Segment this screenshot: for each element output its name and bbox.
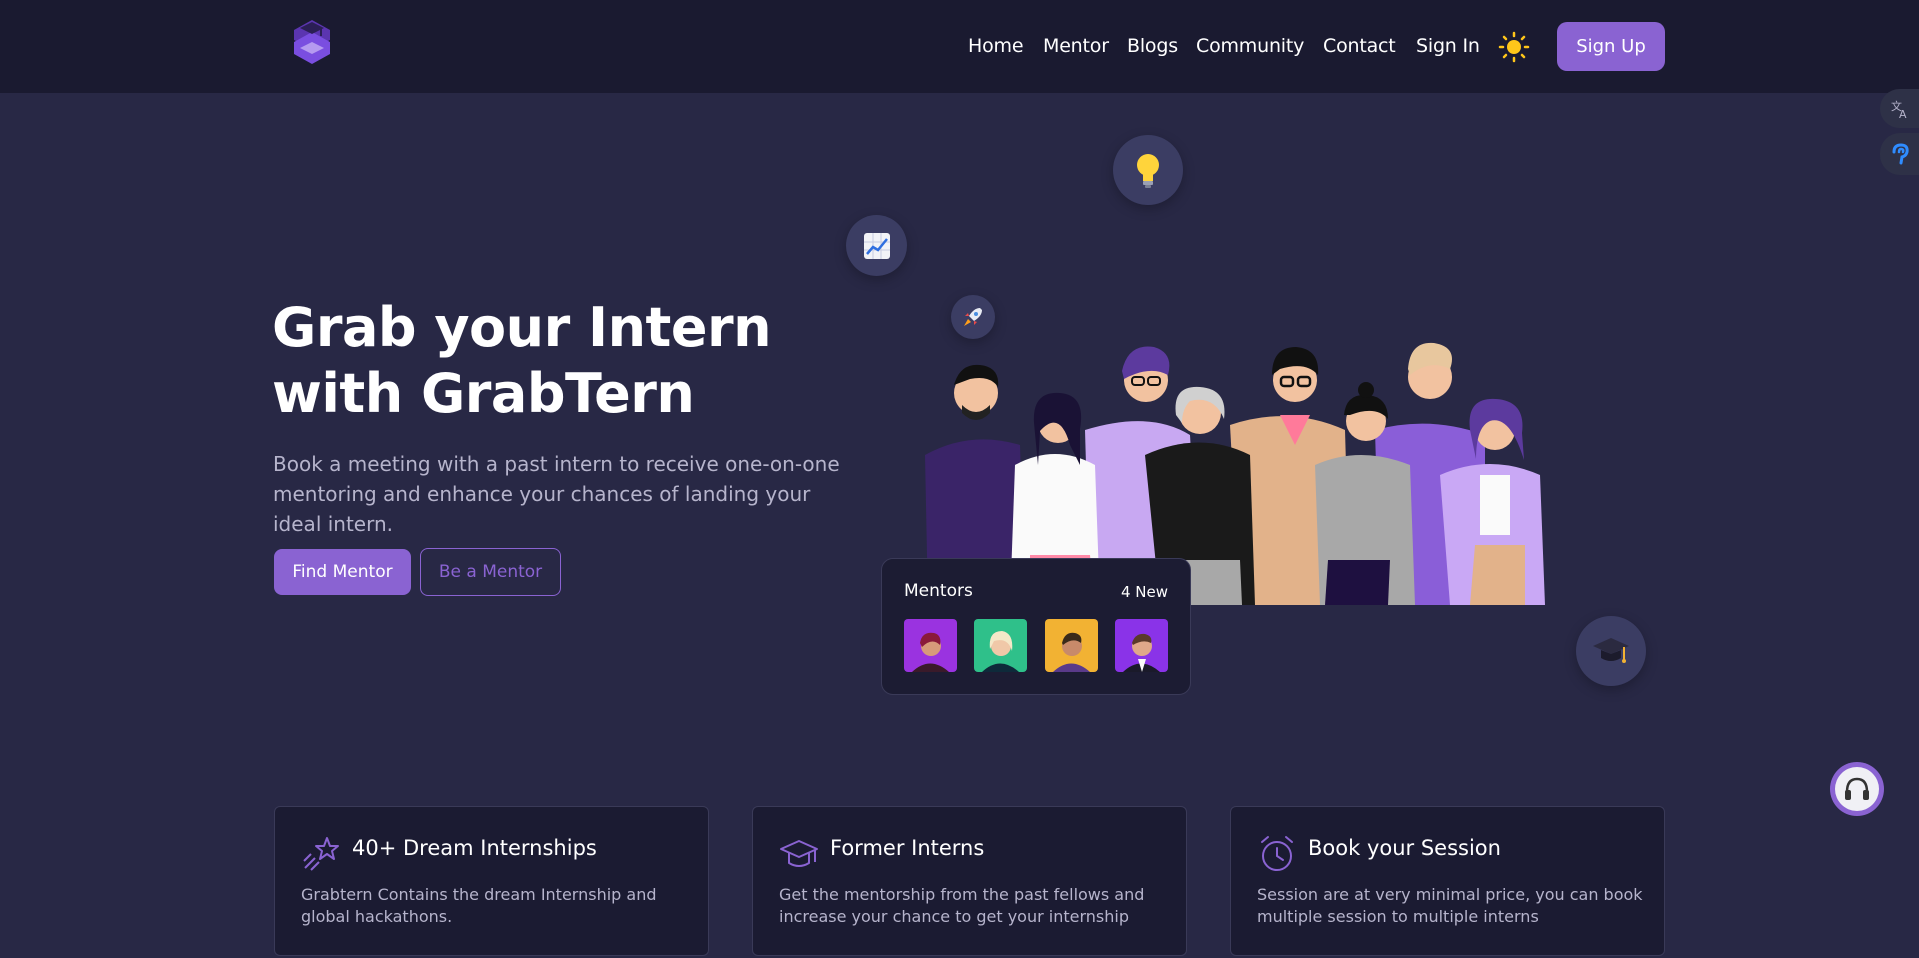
feature-card: Former Interns Get the mentorship from t… [752,806,1187,956]
feature-description: Grabtern Contains the dream Internship a… [301,885,657,926]
chart-increasing-icon [846,215,907,276]
sign-up-button[interactable]: Sign Up [1557,22,1665,71]
accessibility-icon[interactable] [1880,133,1919,175]
mentors-card: Mentors 4 New [881,558,1191,695]
feature-description: Session are at very minimal price, you c… [1257,885,1643,926]
mentors-card-title: Mentors [904,581,973,601]
mentor-avatar[interactable] [974,619,1027,672]
be-a-mentor-button[interactable]: Be a Mentor [420,548,561,596]
star-icon [301,834,341,874]
nav-link-sign-in[interactable]: Sign In [1416,35,1480,57]
nav-link-blogs[interactable]: Blogs [1127,35,1178,57]
feature-title: 40+ Dream Internships [352,836,597,860]
feature-description: Get the mentorship from the past fellows… [779,885,1145,926]
feature-card: 40+ Dream Internships Grabtern Contains … [274,806,709,956]
hero-subtitle: Book a meeting with a past intern to rec… [273,452,840,536]
alarm-clock-icon [1257,834,1297,874]
mentors-new-badge: 4 New [1120,583,1168,601]
nav-link-home[interactable]: Home [968,35,1024,57]
rocket-icon [951,295,995,339]
graduation-cap-icon [1576,616,1646,686]
navbar: Home Mentor Blogs Community Contact Sign… [0,0,1919,93]
nav-link-mentor[interactable]: Mentor [1043,35,1109,57]
mentor-avatar[interactable] [904,619,957,672]
translate-icon[interactable]: 文 A [1880,89,1919,128]
nav-link-community[interactable]: Community [1196,35,1304,57]
graduation-cap-icon [779,834,819,874]
find-mentor-button[interactable]: Find Mentor [274,549,411,595]
hero-title: Grab your Intern with GrabTern [272,296,772,425]
lightbulb-icon [1113,135,1183,205]
nav-link-contact[interactable]: Contact [1323,35,1396,57]
sun-icon[interactable] [1498,31,1530,63]
mentor-avatar[interactable] [1045,619,1098,672]
support-headset-button[interactable] [1830,762,1884,816]
feature-title: Former Interns [830,836,985,860]
feature-card: Book your Session Session are at very mi… [1230,806,1665,956]
feature-title: Book your Session [1308,836,1501,860]
svg-text:A: A [1899,108,1907,120]
mentor-avatar[interactable] [1115,619,1168,672]
grabtern-logo-icon[interactable] [290,18,334,68]
